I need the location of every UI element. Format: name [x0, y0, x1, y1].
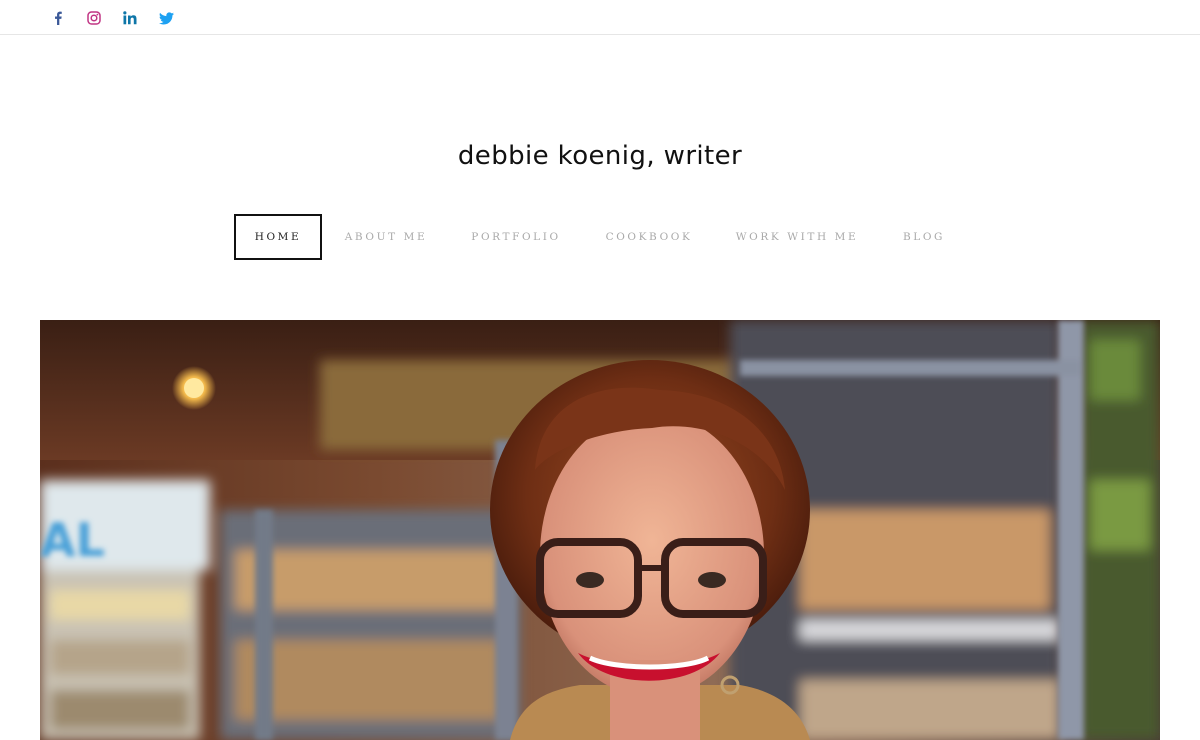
nav-item-work-with-me[interactable]: WORK WITH ME: [728, 214, 866, 260]
nav-item-home[interactable]: HOME: [234, 214, 322, 260]
top-bar: [0, 0, 1200, 35]
twitter-icon[interactable]: [157, 9, 175, 27]
nav-item-about-me[interactable]: ABOUT ME: [336, 214, 436, 260]
hero-photo-illustration: AL: [40, 320, 1160, 740]
hero-photo: AL: [40, 320, 1160, 740]
nav-item-cookbook[interactable]: COOKBOOK: [596, 214, 702, 260]
site-title[interactable]: debbie koenig, writer: [0, 141, 1200, 171]
nav-item-portfolio[interactable]: PORTFOLIO: [462, 214, 570, 260]
shop-sign-text: AL: [40, 513, 105, 567]
facebook-icon[interactable]: [49, 9, 67, 27]
linkedin-icon[interactable]: [121, 9, 139, 27]
nav-item-blog[interactable]: BLOG: [892, 214, 956, 260]
main-nav: HOME ABOUT ME PORTFOLIO COOKBOOK WORK WI…: [0, 214, 1200, 260]
instagram-icon[interactable]: [85, 9, 103, 27]
